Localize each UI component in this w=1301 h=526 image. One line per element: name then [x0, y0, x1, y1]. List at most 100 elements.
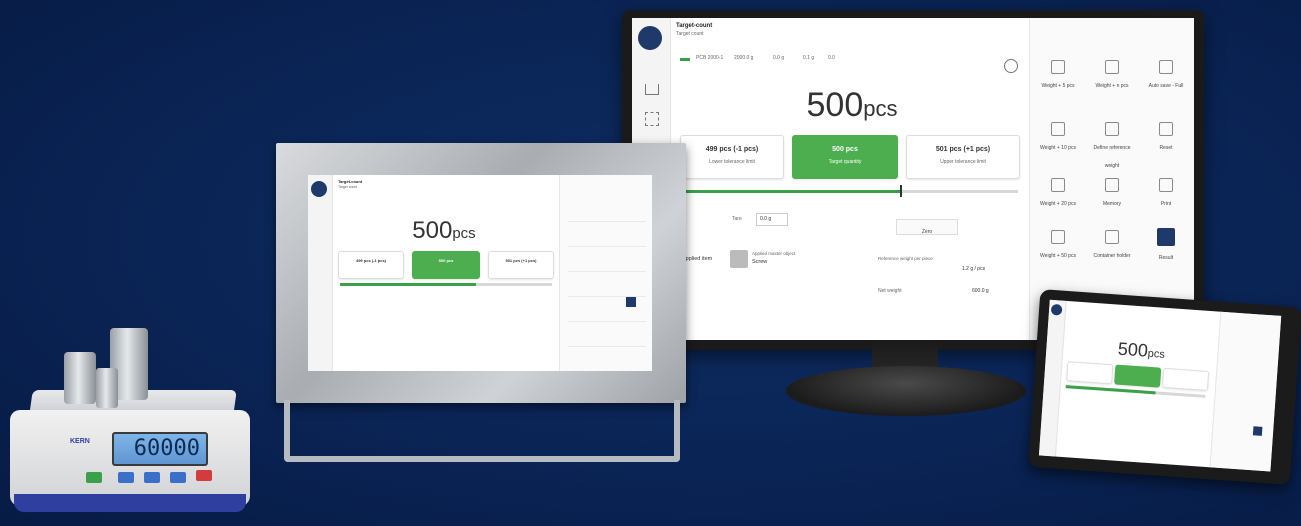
- tile-memory[interactable]: Memory: [1088, 178, 1136, 210]
- tile-weight-5[interactable]: Weight + 5 pcs: [1034, 60, 1082, 92]
- tile-label: Result: [1158, 255, 1174, 261]
- target-value: 500 pcs: [832, 146, 858, 153]
- tile-label: Memory: [1102, 201, 1122, 207]
- sidebar: [308, 175, 333, 371]
- upper-tolerance-box: 501 pcs (+1 pcs): [488, 251, 554, 279]
- tare-value: 0.0 g: [760, 216, 772, 222]
- main-reading: 500pcs: [384, 217, 504, 245]
- page-subtitle: Target count: [338, 185, 358, 189]
- applied-sub: Applied master object: [752, 251, 796, 256]
- tare-label: Tare: [732, 216, 742, 222]
- tile-weight-10[interactable]: Weight + 10 pcs: [1034, 122, 1082, 154]
- progress-bar: [682, 190, 1018, 193]
- display-value: 60000: [133, 436, 200, 461]
- target-box: [1114, 364, 1162, 388]
- scale-button-blue-2[interactable]: [144, 472, 160, 483]
- result-button[interactable]: [1252, 426, 1263, 436]
- weight-medium: [64, 352, 96, 404]
- main-value: 500: [412, 217, 453, 244]
- grid-icon[interactable]: [645, 112, 659, 126]
- page-subtitle: Target count: [676, 31, 704, 37]
- main-value: 500: [806, 86, 864, 124]
- scale-button-green[interactable]: [86, 472, 102, 483]
- app-logo-icon: [638, 26, 662, 50]
- tablet-screen: 500pcs: [1038, 299, 1282, 472]
- tile-reset[interactable]: Reset: [1142, 122, 1190, 154]
- ref-value: 1.2 g / pcs: [962, 266, 986, 272]
- net-value: 600.0 g: [972, 288, 989, 294]
- tile-weight-n[interactable]: Weight + n pcs: [1088, 60, 1136, 92]
- lower-value: 499 pcs (-1 pcs): [705, 146, 759, 153]
- tile-label: Auto save - Full: [1148, 83, 1184, 89]
- upper-tolerance-box: 501 pcs (+1 pcs) Upper tolerance limit: [906, 135, 1020, 179]
- panel-stand: [284, 400, 680, 462]
- screw-thumbnail: [730, 250, 748, 268]
- main-unit: pcs: [452, 225, 476, 242]
- tile-label: Weight + 20 pcs: [1040, 201, 1076, 207]
- tile-print[interactable]: Print: [1142, 178, 1190, 210]
- lower-tolerance-box: [1066, 361, 1114, 385]
- ref-label: Reference weight per piece: [878, 256, 933, 261]
- page-title: Target-count: [676, 23, 713, 29]
- scale-button-blue-1[interactable]: [118, 472, 134, 483]
- applied-name[interactable]: Screw: [752, 259, 767, 265]
- tile-label: Weight + 50 pcs: [1040, 253, 1076, 259]
- zero-label: Zero: [921, 229, 933, 235]
- brand-label: KERN: [70, 438, 90, 445]
- bar-marker: [900, 185, 902, 197]
- result-button[interactable]: [626, 297, 636, 307]
- lower-label: Lower tolerance limit: [709, 159, 755, 165]
- target-label: Target quantity: [828, 159, 862, 165]
- applied-label: Applied item: [682, 256, 713, 262]
- info-d: 0.0 g: [773, 55, 785, 61]
- net-label: Net weight: [878, 288, 902, 294]
- tile-define-reference[interactable]: Define reference weight: [1088, 122, 1136, 172]
- upper-tolerance-box: [1161, 367, 1210, 391]
- sidebar: [1038, 299, 1067, 457]
- function-panel: [559, 175, 652, 371]
- target-box: 500 pcs: [412, 251, 480, 279]
- main-reading: 500pcs: [762, 86, 942, 125]
- scale-button-blue-3[interactable]: [170, 472, 186, 483]
- info-model: PCB 2000-1: [696, 55, 724, 61]
- main-unit: pcs: [863, 96, 898, 121]
- tile-weight-20[interactable]: Weight + 20 pcs: [1034, 178, 1082, 210]
- scale-base: [14, 494, 246, 512]
- scale-button-red[interactable]: [196, 470, 212, 481]
- tile-label: Container holder: [1093, 253, 1131, 259]
- panel-screen: Target-count Target count 500pcs 499 pcs…: [308, 175, 652, 371]
- tablet: 500pcs: [1028, 289, 1301, 485]
- monitor-screen: Target-count Target count PCB 2000-1 200…: [632, 18, 1194, 340]
- function-panel: [1209, 311, 1282, 472]
- lower-tolerance-box: 499 pcs (-1 pcs): [338, 251, 404, 279]
- status-led: [680, 58, 690, 61]
- tile-weight-50[interactable]: Weight + 50 pcs: [1034, 230, 1082, 262]
- tile-auto-save[interactable]: Auto save - Full: [1142, 60, 1190, 92]
- app-logo-icon: [1050, 303, 1063, 316]
- upper-value: 501 pcs (+1 pcs): [935, 146, 991, 153]
- scale-display: 60000: [112, 432, 208, 466]
- tile-result[interactable]: Result: [1142, 228, 1190, 264]
- lower-tolerance-box: 499 pcs (-1 pcs) Lower tolerance limit: [680, 135, 784, 179]
- target-box: 500 pcs Target quantity: [792, 135, 898, 179]
- upper-label: Upper tolerance limit: [940, 159, 986, 165]
- lower-value: 499 pcs (-1 pcs): [355, 258, 386, 263]
- tile-label: Weight + 10 pcs: [1040, 145, 1076, 151]
- tile-container-holder[interactable]: Container holder: [1088, 230, 1136, 262]
- tile-label: Define reference weight: [1093, 145, 1131, 169]
- progress-fill: [340, 283, 476, 286]
- target-value: 500 pcs: [438, 258, 454, 263]
- home-icon[interactable]: [645, 84, 659, 95]
- tile-label: Print: [1160, 201, 1172, 207]
- weight-small: [96, 368, 118, 408]
- info-min: 0.0: [828, 55, 835, 61]
- app-logo-icon: [311, 181, 327, 197]
- upper-value: 501 pcs (+1 pcs): [505, 258, 537, 263]
- monitor-base: [786, 366, 1026, 416]
- tare-input[interactable]: 0.0 g: [756, 213, 788, 226]
- info-e: 0.1 g: [803, 55, 815, 61]
- zero-button[interactable]: Zero: [896, 219, 958, 235]
- settings-icon[interactable]: [1004, 59, 1018, 73]
- main-reading: 500pcs: [1086, 336, 1197, 365]
- tile-label: Weight + n pcs: [1095, 83, 1129, 89]
